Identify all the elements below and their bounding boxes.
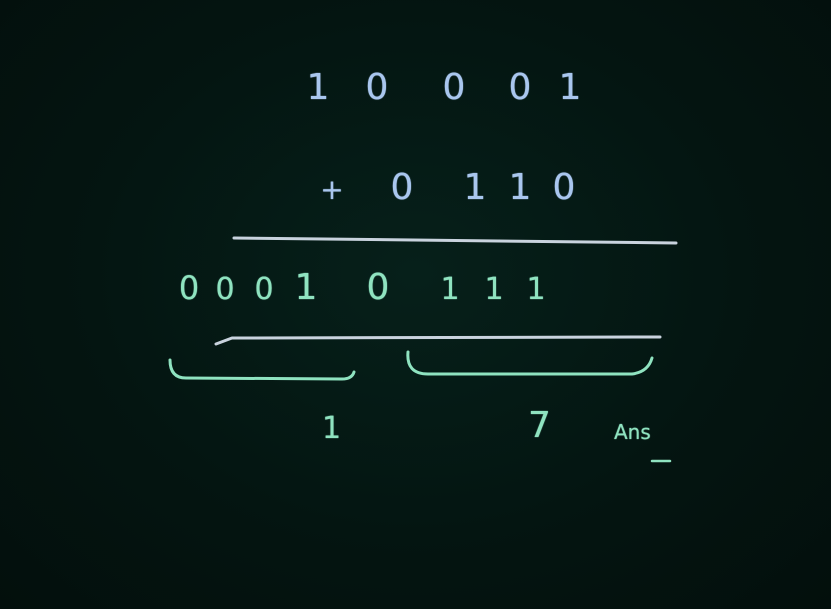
answer-label: Ans (614, 420, 651, 444)
digit: 1 (526, 272, 546, 307)
digit: 0 (390, 167, 414, 208)
blackboard: 10001 +0 1 1 0 00010111 1 7 Ans (0, 0, 831, 609)
digit: 0 (442, 67, 466, 108)
digit: 1 (440, 272, 460, 307)
left-group-value: 1 (322, 411, 342, 446)
digit: 1 (508, 167, 532, 208)
plus-sign: + (320, 173, 344, 206)
digit: 0 (366, 267, 390, 308)
digit: 0 (552, 167, 576, 208)
digit: 1 (558, 67, 582, 108)
digit: 0 (215, 272, 235, 307)
addend-row-1: 10001 (300, 70, 590, 106)
right-group-bracket (406, 350, 654, 376)
result-underline (214, 335, 662, 346)
digit: 0 (178, 269, 200, 307)
addend-row-2: +0 1 1 0 (312, 170, 586, 206)
digit: 1 (306, 67, 330, 108)
sum-underline (232, 236, 678, 245)
digit: 0 (508, 67, 532, 108)
digit: 1 (294, 267, 318, 308)
digit: 1 (484, 272, 504, 307)
result-row: 00010111 (172, 270, 556, 306)
digit: 1 (463, 167, 487, 208)
digit: 0 (365, 67, 389, 108)
right-group-value: 7 (528, 405, 551, 446)
digit: 0 (254, 272, 274, 307)
left-group-bracket (168, 358, 356, 381)
